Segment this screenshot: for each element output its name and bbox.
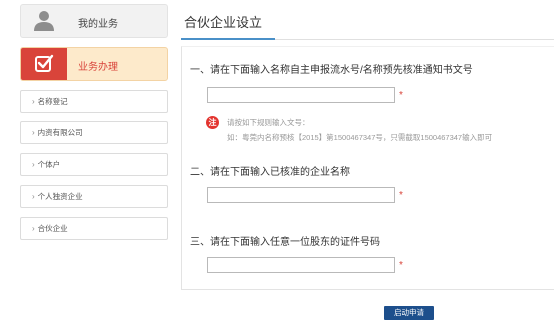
required-mark: * xyxy=(399,90,403,101)
chevron-right-icon: › xyxy=(32,224,35,233)
chevron-right-icon: › xyxy=(32,192,35,201)
sidebar-item-label: 个人独资企业 xyxy=(37,192,83,201)
sidebar-item-label: 内资有限公司 xyxy=(37,128,83,137)
title-divider xyxy=(275,39,554,40)
question-shareholder-id: 三、请在下面输入任意一位股东的证件号码 xyxy=(190,237,380,248)
sidebar-item-sole-proprietorship[interactable]: › 个人独资企业 xyxy=(20,185,168,208)
sidebar-business-handling-label: 业务办理 xyxy=(78,62,118,73)
sidebar-item-partnership[interactable]: › 合伙企业 xyxy=(20,217,168,240)
sidebar-item-label: 合伙企业 xyxy=(37,224,68,233)
chevron-right-icon: › xyxy=(32,128,35,137)
note-rule-text: 请按如下规则输入文号： xyxy=(227,118,310,127)
sidebar-my-business[interactable]: 我的业务 xyxy=(20,4,168,38)
checkbox-icon xyxy=(21,48,67,80)
question-serial-number: 一、请在下面输入名称自主申报流水号/名称预先核准通知书文号 xyxy=(190,65,473,76)
sidebar-my-business-label: 我的业务 xyxy=(78,19,118,30)
question-company-name: 二、请在下面输入已核准的企业名称 xyxy=(190,167,350,178)
sidebar-item-individual-business[interactable]: › 个体户 xyxy=(20,153,168,176)
start-application-button[interactable]: 启动申请 xyxy=(384,306,434,320)
title-underline xyxy=(181,38,275,40)
sidebar-item-label: 名称登记 xyxy=(37,97,68,106)
user-icon xyxy=(21,5,67,37)
serial-number-input[interactable] xyxy=(207,87,395,103)
chevron-right-icon: › xyxy=(32,97,35,106)
sidebar-item-name-registration[interactable]: › 名称登记 xyxy=(20,90,168,113)
required-mark: * xyxy=(399,190,403,201)
shareholder-id-input[interactable] xyxy=(207,257,395,273)
company-name-input[interactable] xyxy=(207,187,395,203)
sidebar-item-label: 个体户 xyxy=(37,160,61,169)
sidebar-item-domestic-llc[interactable]: › 内资有限公司 xyxy=(20,121,168,144)
sidebar-business-handling[interactable]: 业务办理 xyxy=(20,47,168,81)
required-mark: * xyxy=(399,260,403,271)
chevron-right-icon: › xyxy=(32,160,35,169)
note-example-text: 如：粤莞内名称预核【2015】第1500467347号，只需截取15004673… xyxy=(227,133,493,142)
note-badge: 注 xyxy=(206,116,219,129)
page-title: 合伙企业设立 xyxy=(184,15,263,30)
